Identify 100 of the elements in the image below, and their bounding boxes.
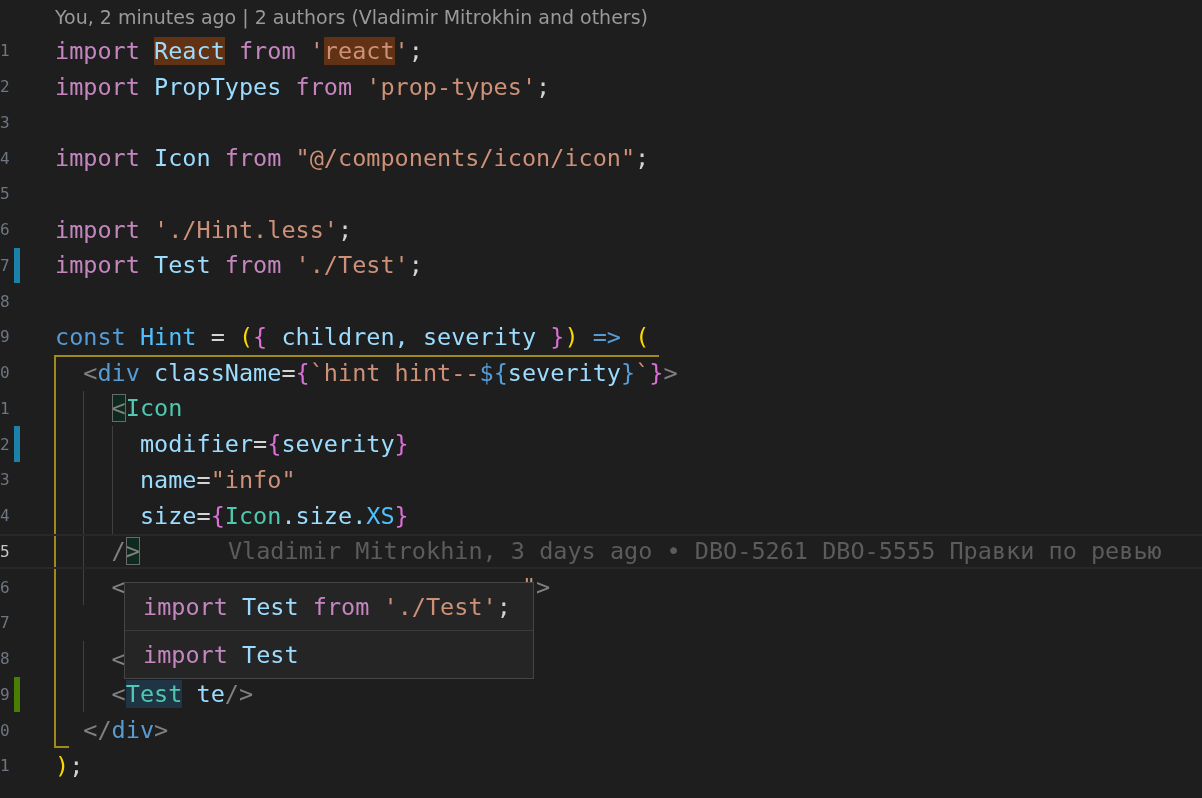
- code-token: >: [125, 537, 140, 566]
- code-token: './Test': [295, 251, 409, 280]
- code-token: ;: [536, 72, 551, 101]
- line-number: 4: [0, 506, 10, 526]
- code-token: =: [281, 358, 296, 387]
- code-token: ;: [408, 251, 423, 280]
- code-token: React: [154, 36, 225, 65]
- line-number: 3: [0, 470, 10, 490]
- blame-header: You, 2 minutes ago | 2 authors (Vladimir Mitrokhin and others): [55, 5, 648, 28]
- code-token: <: [111, 680, 126, 709]
- line-number: 3: [0, 112, 10, 132]
- code-token: './Hint.less': [154, 215, 338, 244]
- code-token: ': [309, 36, 324, 65]
- code-token: </: [83, 716, 112, 745]
- line-number: 1: [0, 756, 10, 776]
- code-token: size: [139, 501, 197, 530]
- code-token: modifier: [139, 430, 254, 459]
- code-token: (: [635, 322, 650, 351]
- code-token: ${: [479, 358, 508, 387]
- code-token: name: [139, 465, 197, 494]
- code-token: =: [196, 465, 211, 494]
- code-token: Test: [154, 251, 212, 280]
- inline-blame: Vladimir Mitrokhin, 3 days ago • DBO-5261 DBO-5555 Правки по ревью: [227, 537, 1162, 566]
- code-token: ': [394, 36, 409, 65]
- code-token: />: [224, 680, 254, 709]
- suggestion-item[interactable]: import Test: [125, 630, 533, 678]
- code-token: "@/components/icon/icon": [295, 144, 636, 173]
- code-token: <: [83, 358, 98, 387]
- code-token: import: [55, 36, 141, 65]
- line-number: 5: [0, 541, 10, 561]
- code-token: <: [111, 394, 126, 423]
- code-token: (: [238, 322, 254, 351]
- code-token: Icon: [154, 144, 212, 173]
- code-token: PropTypes: [154, 72, 283, 101]
- code-token: ;: [635, 144, 650, 173]
- code-token: "info": [210, 465, 296, 494]
- code-token: >: [154, 716, 169, 745]
- line-number: 7: [0, 613, 10, 633]
- code-token: from: [224, 144, 282, 173]
- code-token: ;: [338, 215, 353, 244]
- code-token: from: [224, 251, 282, 280]
- code-token: }: [394, 501, 409, 530]
- line-number: 8: [0, 649, 10, 669]
- code-token: className: [154, 358, 282, 387]
- code-token: }: [550, 322, 565, 351]
- code-token: =: [210, 322, 226, 351]
- code-token: te: [196, 680, 225, 709]
- line-number: 1: [0, 398, 10, 418]
- code-token: Hint: [139, 322, 197, 351]
- line-number: 2: [0, 434, 10, 454]
- code-token: >: [663, 358, 678, 387]
- code-token: XS: [366, 501, 395, 530]
- code-token: }: [394, 430, 409, 459]
- code-token: {: [210, 501, 225, 530]
- code-token: react: [323, 36, 395, 65]
- code-token: Icon: [224, 501, 282, 530]
- code-token: {: [267, 430, 282, 459]
- code-token: =>: [592, 322, 621, 351]
- code-token: {: [295, 358, 310, 387]
- line-number: 0: [0, 720, 10, 740]
- line-number: 6: [0, 220, 10, 240]
- code-token: =: [196, 501, 211, 530]
- code-token: severity: [507, 358, 621, 387]
- code-token: Icon: [125, 394, 183, 423]
- line-number: 2: [0, 77, 10, 97]
- code-token: `: [635, 358, 650, 387]
- code-token: import: [55, 215, 140, 244]
- code-token: const: [55, 322, 126, 351]
- code-token: ;: [408, 36, 423, 65]
- code-token: =: [253, 430, 268, 459]
- code-token: >: [536, 573, 551, 602]
- code-token: `hint hint--: [309, 358, 480, 387]
- code-token: }: [621, 358, 636, 387]
- line-number: 9: [0, 327, 10, 347]
- line-number: 8: [0, 291, 10, 311]
- code-token: severity: [281, 430, 395, 459]
- code-token: import: [55, 72, 140, 101]
- line-number: 7: [0, 255, 10, 275]
- line-number: 1: [0, 41, 10, 61]
- code-token: 'prop-types': [366, 72, 537, 101]
- line-number: 5: [0, 184, 10, 204]
- code-token: ): [564, 322, 579, 351]
- code-token: .size.: [281, 501, 367, 530]
- line-number: 6: [0, 577, 10, 597]
- code-token: ): [55, 751, 70, 780]
- code-token: }: [649, 358, 664, 387]
- line-number: 9: [0, 684, 10, 704]
- code-token: from: [295, 72, 353, 101]
- code-token: ;: [69, 751, 84, 780]
- code-token: /: [111, 537, 126, 566]
- code-token: import: [55, 144, 140, 173]
- code-token: from: [238, 36, 296, 65]
- code-token: {: [253, 322, 268, 351]
- code-token: children, severity: [281, 322, 538, 351]
- code-token: div: [97, 358, 140, 387]
- line-number: 0: [0, 363, 10, 383]
- suggestion-item[interactable]: import Test from './Test';: [125, 583, 533, 630]
- code-token: Test: [125, 680, 183, 709]
- code-token: div: [111, 716, 155, 745]
- line-number: 4: [0, 148, 10, 168]
